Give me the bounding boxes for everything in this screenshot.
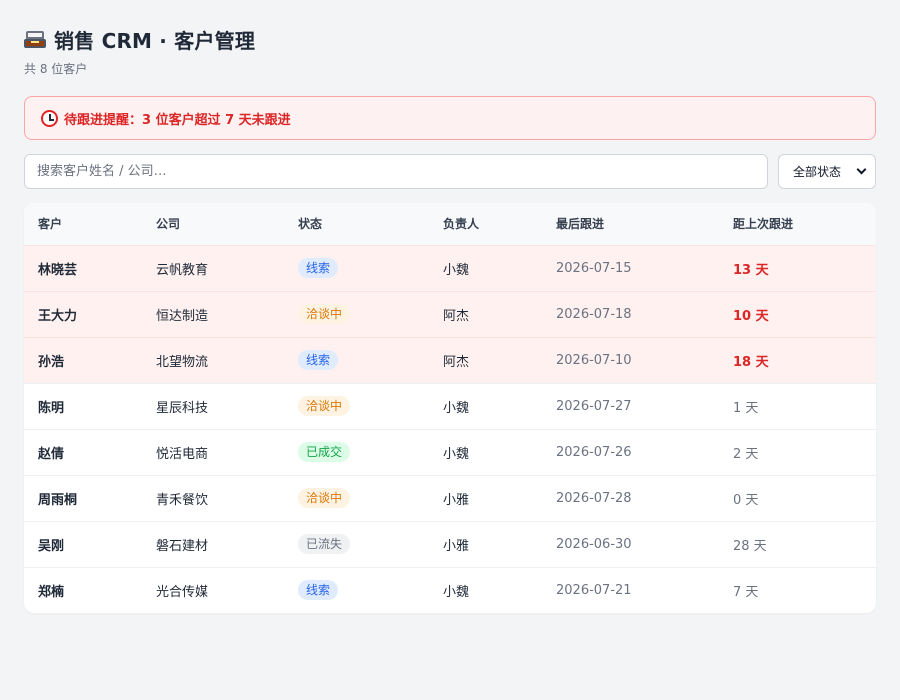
- status-filter-select[interactable]: 全部状态: [778, 154, 876, 189]
- days-since-followup: 1 天: [733, 400, 759, 416]
- status-cell: 已成交: [284, 429, 429, 475]
- follow-up-alert: 待跟进提醒：3 位客户超过 7 天未跟进: [24, 96, 876, 140]
- status-badge: 已流失: [298, 534, 351, 554]
- days-since-followup: 10 天: [733, 308, 769, 324]
- customer-name: 陈明: [38, 400, 65, 416]
- status-badge: 线索: [298, 350, 339, 370]
- last-followup-date: 2026-06-30: [556, 536, 632, 552]
- company-name: 北望物流: [156, 354, 209, 370]
- days-since-followup: 13 天: [733, 262, 769, 278]
- owner-name: 小雅: [443, 492, 470, 508]
- status-cell: 洽谈中: [284, 475, 429, 521]
- column-header-days-since[interactable]: 距上次跟进: [719, 203, 876, 245]
- last-followup-date: 2026-07-10: [556, 352, 632, 368]
- toolbar: 全部状态: [24, 154, 876, 189]
- last-followup-date: 2026-07-21: [556, 582, 632, 598]
- days-since-followup: 7 天: [733, 584, 759, 600]
- status-cell: 洽谈中: [284, 291, 429, 337]
- status-badge: 洽谈中: [298, 304, 351, 324]
- status-badge: 已成交: [298, 442, 351, 462]
- column-header-customer[interactable]: 客户: [24, 203, 142, 245]
- days-since-followup: 18 天: [733, 354, 769, 370]
- page-title: 销售 CRM · 客户管理: [54, 28, 256, 53]
- column-header-company[interactable]: 公司: [142, 203, 284, 245]
- status-cell: 线索: [284, 567, 429, 613]
- company-name: 星辰科技: [156, 400, 209, 416]
- customer-name: 吴刚: [38, 538, 65, 554]
- inbox-tray-icon: [24, 30, 46, 48]
- status-cell: 已流失: [284, 521, 429, 567]
- column-header-last-followup[interactable]: 最后跟进: [542, 203, 719, 245]
- status-cell: 线索: [284, 337, 429, 383]
- search-input[interactable]: [24, 154, 768, 189]
- owner-name: 阿杰: [443, 308, 470, 324]
- company-name: 光合传媒: [156, 584, 209, 600]
- customer-name: 郑楠: [38, 584, 65, 600]
- customer-name: 赵倩: [38, 446, 65, 462]
- table-row[interactable]: 郑楠 光合传媒 线索 小魏 2026-07-21 7 天: [24, 567, 876, 613]
- status-filter-value: 全部状态: [793, 165, 842, 179]
- owner-name: 阿杰: [443, 354, 470, 370]
- column-header-status[interactable]: 状态: [284, 203, 429, 245]
- customer-count: 共 8 位客户: [24, 62, 88, 76]
- table-row[interactable]: 王大力 恒达制造 洽谈中 阿杰 2026-07-18 10 天: [24, 291, 876, 337]
- table-row[interactable]: 林晓芸 云帆教育 线索 小魏 2026-07-15 13 天: [24, 245, 876, 291]
- table-row[interactable]: 周雨桐 青禾餐饮 洽谈中 小雅 2026-07-28 0 天: [24, 475, 876, 521]
- customer-name: 林晓芸: [38, 262, 78, 278]
- company-name: 云帆教育: [156, 262, 209, 278]
- table-row[interactable]: 吴刚 磐石建材 已流失 小雅 2026-06-30 28 天: [24, 521, 876, 567]
- owner-name: 小魏: [443, 584, 470, 600]
- status-badge: 线索: [298, 258, 339, 278]
- status-badge: 洽谈中: [298, 396, 351, 416]
- last-followup-date: 2026-07-27: [556, 398, 632, 414]
- alert-text: 待跟进提醒：3 位客户超过 7 天未跟进: [64, 112, 291, 128]
- owner-name: 小魏: [443, 400, 470, 416]
- table-row[interactable]: 孙浩 北望物流 线索 阿杰 2026-07-10 18 天: [24, 337, 876, 383]
- last-followup-date: 2026-07-28: [556, 490, 632, 506]
- table-row[interactable]: 陈明 星辰科技 洽谈中 小魏 2026-07-27 1 天: [24, 383, 876, 429]
- status-badge: 洽谈中: [298, 488, 351, 508]
- company-name: 青禾餐饮: [156, 492, 209, 508]
- days-since-followup: 2 天: [733, 446, 759, 462]
- crm-page: 销售 CRM · 客户管理 共 8 位客户 待跟进提醒：3 位客户超过 7 天未…: [0, 0, 900, 613]
- chevron-down-icon: [856, 164, 867, 175]
- company-name: 磐石建材: [156, 538, 209, 554]
- owner-name: 小雅: [443, 538, 470, 554]
- last-followup-date: 2026-07-18: [556, 306, 632, 322]
- owner-name: 小魏: [443, 446, 470, 462]
- owner-name: 小魏: [443, 262, 470, 278]
- customer-table: 客户 公司 状态 负责人 最后跟进 距上次跟进 林晓芸 云帆教育 线索 小魏 2026-…: [24, 203, 876, 613]
- company-name: 悦活电商: [156, 446, 209, 462]
- last-followup-date: 2026-07-26: [556, 444, 632, 460]
- table-row[interactable]: 赵倩 悦活电商 已成交 小魏 2026-07-26 2 天: [24, 429, 876, 475]
- days-since-followup: 0 天: [733, 492, 759, 508]
- column-header-owner[interactable]: 负责人: [429, 203, 542, 245]
- page-header: 销售 CRM · 客户管理: [24, 24, 876, 54]
- customer-name: 王大力: [38, 308, 78, 324]
- status-cell: 洽谈中: [284, 383, 429, 429]
- table-header-row: 客户 公司 状态 负责人 最后跟进 距上次跟进: [24, 203, 876, 245]
- days-since-followup: 28 天: [733, 538, 767, 554]
- status-badge: 线索: [298, 580, 339, 601]
- status-cell: 线索: [284, 245, 429, 291]
- company-name: 恒达制造: [156, 308, 209, 324]
- customer-name: 孙浩: [38, 354, 65, 370]
- last-followup-date: 2026-07-15: [556, 260, 632, 276]
- customer-name: 周雨桐: [38, 492, 78, 508]
- alarm-clock-icon: [41, 109, 58, 127]
